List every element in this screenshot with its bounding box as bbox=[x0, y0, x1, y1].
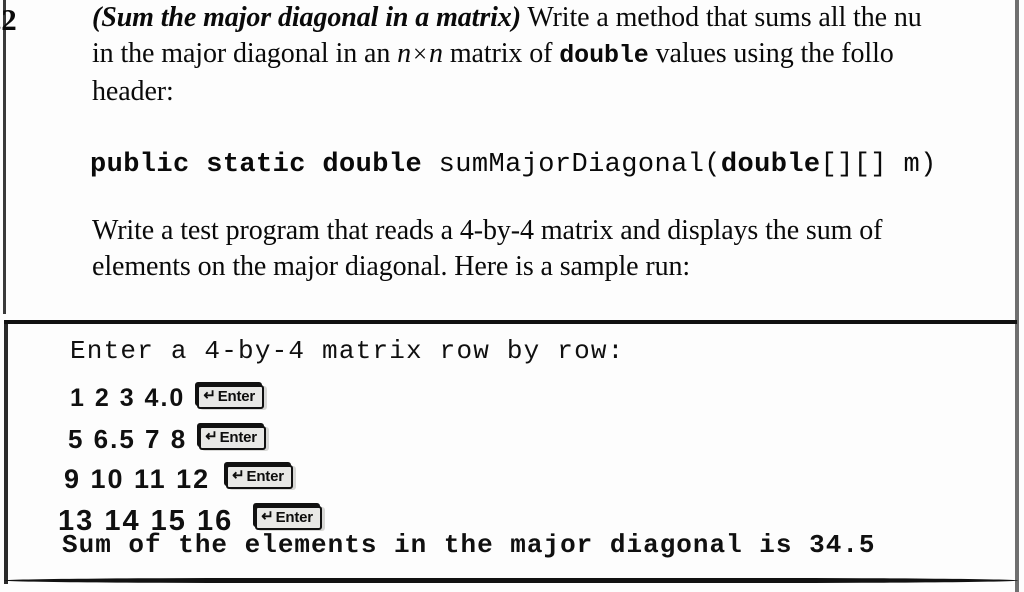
scanned-textbook-page: .2 (Sum the major diagonal in a matrix) … bbox=[0, 0, 1024, 592]
description-line-2-part-a: in the major diagonal in an bbox=[92, 38, 398, 69]
input-row: 9 10 11 12 ↵ Enter bbox=[64, 464, 293, 495]
enter-key-icon: ↵ Enter bbox=[255, 505, 322, 530]
page-border-left-upper bbox=[3, 0, 6, 314]
description-line-1-text: Write a method that sums all the nu bbox=[527, 2, 922, 33]
input-row-numbers: 5 6.5 7 8 bbox=[68, 424, 188, 454]
enter-key-icon: ↵ Enter bbox=[197, 384, 265, 409]
return-arrow-icon: ↵ bbox=[261, 507, 274, 525]
description-line-1: (Sum the major diagonal in a matrix) Wri… bbox=[92, 0, 1024, 36]
return-arrow-icon: ↵ bbox=[203, 386, 216, 404]
description-line-2: in the major diagonal in an n×n matrix o… bbox=[92, 36, 1024, 74]
enter-key-label: Enter bbox=[217, 387, 256, 405]
signature-param-type: double bbox=[720, 150, 821, 180]
input-row-numbers: 1 2 3 4.0 bbox=[70, 384, 186, 412]
input-row: 1 2 3 4.0 ↵ Enter bbox=[70, 384, 265, 413]
exercise-description-second: Write a test program that reads a 4-by-4… bbox=[92, 213, 1024, 285]
variable-n-second: n bbox=[429, 38, 443, 69]
sample-run-prompt: Enter a 4-by-4 matrix row by row: bbox=[70, 336, 625, 366]
enter-key-label: Enter bbox=[275, 508, 314, 526]
exercise-number: .2 bbox=[0, 2, 17, 37]
exercise-title: (Sum the major diagonal in a matrix) bbox=[92, 2, 521, 33]
description-line-2-part-b: matrix of bbox=[442, 38, 560, 69]
description2-line-1: Write a test program that reads a 4-by-4… bbox=[92, 215, 883, 246]
enter-key-label: Enter bbox=[246, 467, 285, 485]
signature-method-name: sumMajorDiagonal( bbox=[438, 150, 721, 180]
multiplication-sign: × bbox=[413, 41, 428, 68]
enter-key-label: Enter bbox=[219, 428, 258, 446]
enter-key-icon: ↵ Enter bbox=[226, 464, 293, 489]
method-signature: public static double sumMajorDiagonal(do… bbox=[90, 150, 937, 180]
description-line-3: header: bbox=[92, 76, 174, 107]
enter-key-icon: ↵ Enter bbox=[199, 425, 266, 450]
sample-run-box: Enter a 4-by-4 matrix row by row: 1 2 3 … bbox=[0, 324, 1024, 580]
input-row: 5 6.5 7 8 ↵ Enter bbox=[68, 424, 266, 455]
variable-n-first: n bbox=[397, 38, 412, 69]
exercise-description: (Sum the major diagonal in a matrix) Wri… bbox=[92, 0, 1024, 110]
return-arrow-icon: ↵ bbox=[205, 427, 218, 445]
signature-param-rest: [][] m) bbox=[820, 150, 937, 180]
sample-run-result: Sum of the elements in the major diagona… bbox=[62, 530, 876, 560]
description2-line-2: elements on the major diagonal. Here is … bbox=[92, 251, 691, 282]
signature-modifiers: public static double bbox=[90, 150, 439, 180]
description-line-2-part-c: values using the follo bbox=[648, 38, 894, 69]
inline-code-double: double bbox=[559, 41, 649, 70]
input-row-numbers: 9 10 11 12 bbox=[64, 464, 211, 494]
return-arrow-icon: ↵ bbox=[232, 466, 245, 484]
